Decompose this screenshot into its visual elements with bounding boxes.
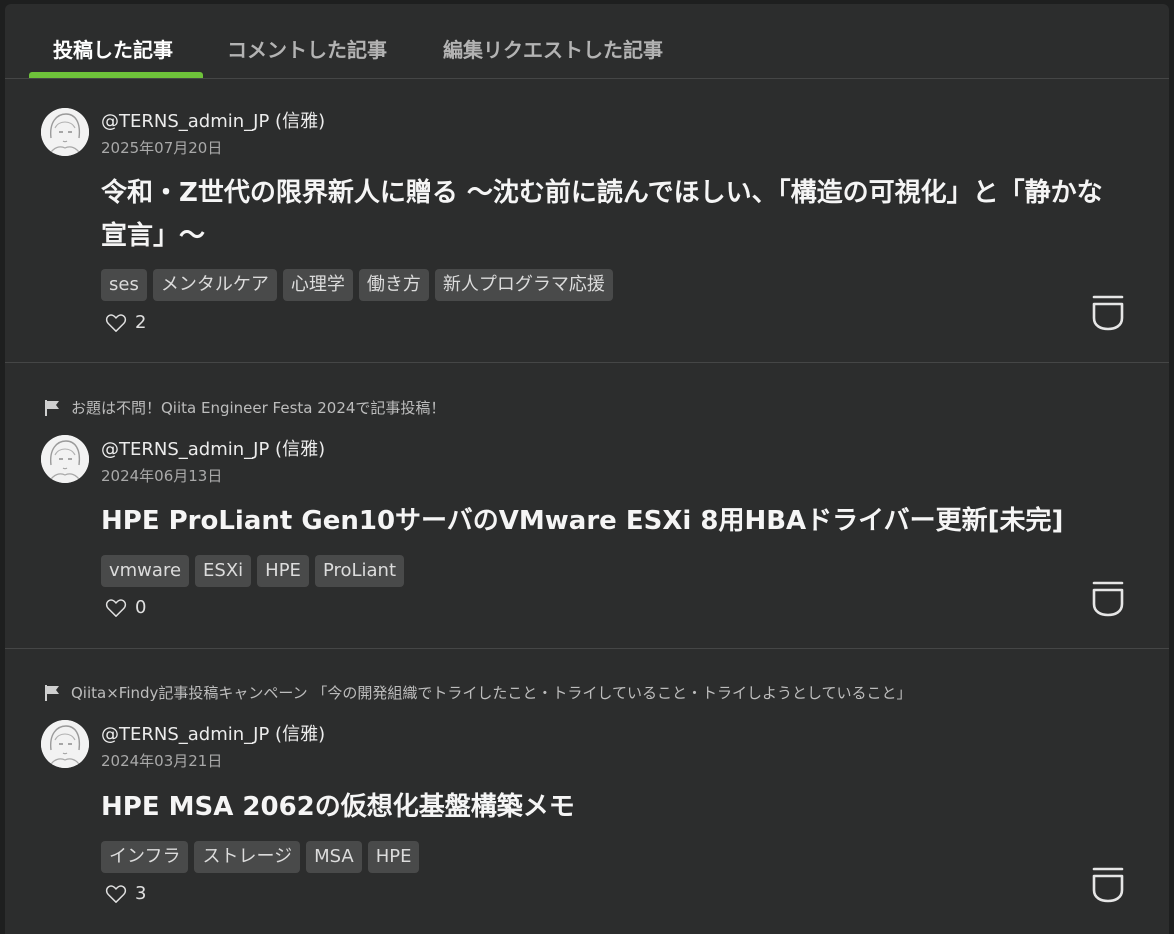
article-title[interactable]: HPE ProLiant Gen10サーバのVMware ESXi 8用HBAド… (101, 500, 1111, 543)
post-date: 2024年06月13日 (101, 467, 223, 485)
tag[interactable]: 心理学 (282, 269, 353, 301)
tag-list: ses メンタルケア 心理学 働き方 新人プログラマ応援 (101, 269, 613, 301)
tag[interactable]: ストレージ (194, 841, 301, 873)
active-tab-indicator (29, 72, 203, 78)
tag[interactable]: ProLiant (314, 555, 405, 587)
event-label: Qiita×Findy記事投稿キャンペーン 「今の開発組織でトライしたこと・トラ… (71, 684, 912, 702)
event-label: お題は不問！Qiita Engineer Festa 2024で記事投稿！ (71, 399, 446, 417)
stock-icon[interactable] (1091, 294, 1125, 332)
heart-icon[interactable] (105, 884, 127, 904)
tag[interactable]: ESXi (195, 555, 252, 587)
article-item: @TERNS_admin_JP (信雅) 2025年07月20日 令和・Z世代の… (5, 79, 1169, 363)
stock-icon[interactable] (1091, 580, 1125, 618)
tag[interactable]: MSA (306, 841, 362, 873)
article-item: お題は不問！Qiita Engineer Festa 2024で記事投稿！ @T… (5, 363, 1169, 649)
flag-icon (45, 684, 59, 701)
flag-icon (45, 399, 59, 416)
tag-list: vmware ESXi HPE ProLiant (101, 555, 405, 587)
like-count: 0 (135, 597, 147, 618)
tab-commented-articles[interactable]: コメントした記事 (227, 34, 387, 63)
article-title[interactable]: 令和・Z世代の限界新人に贈る 〜沈む前に読んでほしい、「構造の可視化」と「静かな… (101, 172, 1111, 258)
tag-list: インフラ ストレージ MSA HPE (101, 841, 420, 873)
article-item: Qiita×Findy記事投稿キャンペーン 「今の開発組織でトライしたこと・トラ… (5, 649, 1169, 934)
tag[interactable]: ses (101, 269, 147, 301)
tag[interactable]: メンタルケア (152, 269, 277, 301)
tab-bar: 投稿した記事 コメントした記事 編集リクエストした記事 (5, 4, 1169, 79)
event-banner[interactable]: お題は不問！Qiita Engineer Festa 2024で記事投稿！ (43, 397, 445, 418)
tag[interactable]: 働き方 (358, 269, 429, 301)
author-name[interactable]: @TERNS_admin_JP (信雅) (101, 720, 325, 746)
event-banner[interactable]: Qiita×Findy記事投稿キャンペーン 「今の開発組織でトライしたこと・トラ… (43, 682, 912, 703)
article-title[interactable]: HPE MSA 2062の仮想化基盤構築メモ (101, 786, 1111, 829)
post-date: 2025年07月20日 (101, 139, 223, 157)
tag[interactable]: HPE (367, 841, 420, 873)
avatar[interactable] (41, 108, 89, 156)
tab-posted-articles[interactable]: 投稿した記事 (53, 34, 173, 63)
like-counter: 0 (105, 597, 146, 618)
stock-icon[interactable] (1091, 866, 1125, 904)
like-counter: 2 (105, 312, 146, 333)
author-name[interactable]: @TERNS_admin_JP (信雅) (101, 435, 325, 461)
tag[interactable]: インフラ (101, 841, 189, 873)
avatar[interactable] (41, 435, 89, 483)
avatar[interactable] (41, 720, 89, 768)
like-counter: 3 (105, 883, 146, 904)
author-name[interactable]: @TERNS_admin_JP (信雅) (101, 107, 325, 133)
like-count: 2 (135, 312, 147, 333)
post-date: 2024年03月21日 (101, 752, 223, 770)
heart-icon[interactable] (105, 313, 127, 333)
tag[interactable]: HPE (257, 555, 309, 587)
articles-panel: 投稿した記事 コメントした記事 編集リクエストした記事 @TERNS_admin… (5, 4, 1169, 934)
tab-edit-request-articles[interactable]: 編集リクエストした記事 (443, 34, 663, 63)
heart-icon[interactable] (105, 598, 127, 618)
tag[interactable]: vmware (101, 555, 190, 587)
tag[interactable]: 新人プログラマ応援 (434, 269, 613, 301)
like-count: 3 (135, 883, 147, 904)
